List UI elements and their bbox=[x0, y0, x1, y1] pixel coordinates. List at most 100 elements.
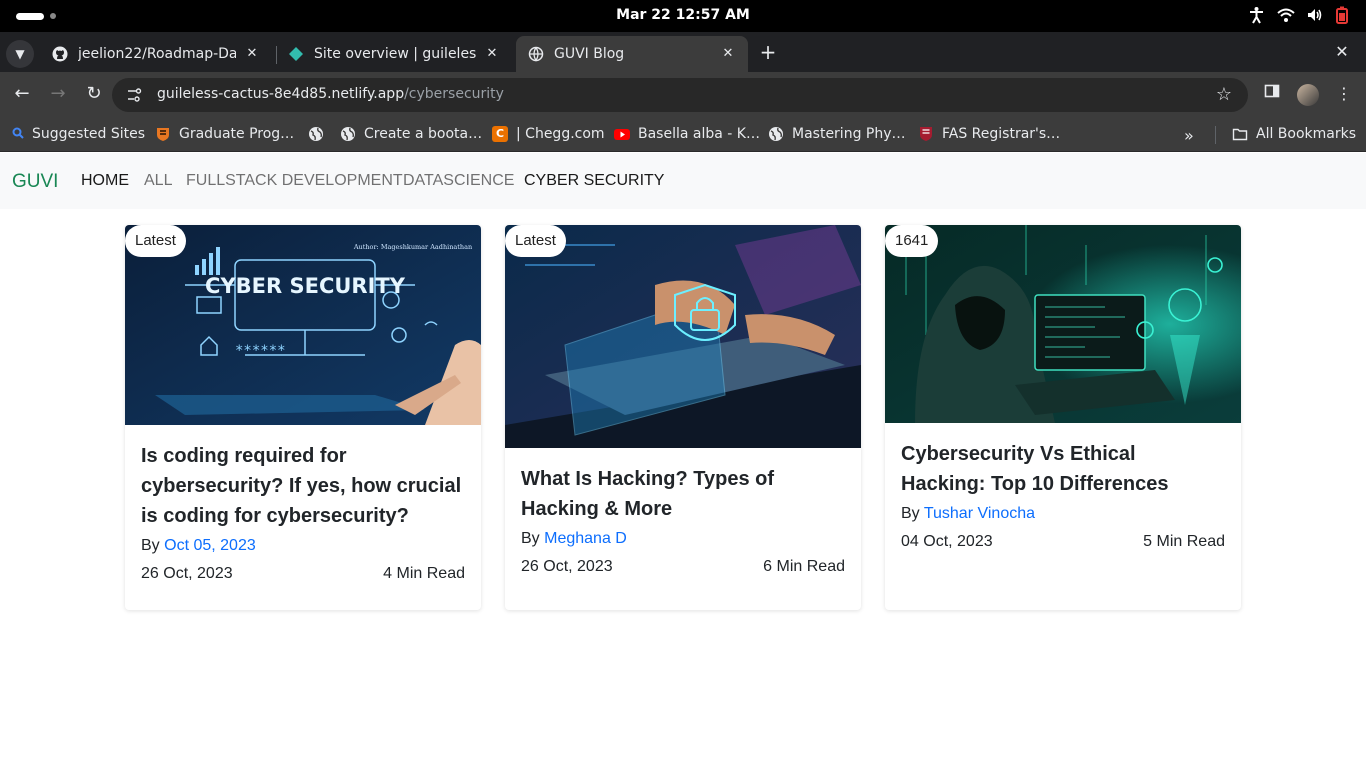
bookmark-graduate-prog[interactable]: Graduate Prog… bbox=[155, 123, 294, 145]
volume-icon[interactable] bbox=[1306, 6, 1323, 24]
card-title[interactable]: Is coding required for cybersecurity? If… bbox=[141, 441, 465, 531]
close-icon: ✕ bbox=[1335, 42, 1349, 61]
tab-title: GUVI Blog bbox=[554, 46, 625, 62]
password-mask: ****** bbox=[235, 343, 286, 359]
browser-menu-button[interactable]: ⋮ bbox=[1332, 82, 1356, 106]
reload-button[interactable]: ↻ bbox=[82, 82, 106, 106]
url-path: /cybersecurity bbox=[404, 86, 504, 102]
tab-title: Site overview | guileless- bbox=[314, 46, 476, 62]
card-meta: 26 Oct, 2023 6 Min Read bbox=[521, 558, 845, 576]
bookmark-label: Mastering Phy… bbox=[792, 126, 906, 142]
card-author-link[interactable]: Tushar Vinocha bbox=[924, 505, 1035, 522]
blog-card[interactable]: CYBER SECURITY Author: Mageshkumar Aadhi… bbox=[125, 225, 481, 610]
by-label: By bbox=[521, 530, 540, 547]
card-title[interactable]: Cybersecurity Vs Ethical Hacking: Top 10… bbox=[901, 439, 1225, 499]
bookmark-fas-registrar[interactable]: FAS Registrar's… bbox=[918, 123, 1060, 145]
web-page: GUVI HOME ALL FULLSTACK DEVELOPMENT DATA… bbox=[0, 153, 1366, 768]
by-label: By bbox=[141, 537, 160, 554]
nav-datascience[interactable]: DATASCIENCE bbox=[403, 172, 514, 190]
card-title[interactable]: What Is Hacking? Types of Hacking & More bbox=[521, 464, 845, 524]
tab-guvi-blog[interactable]: GUVI Blog ✕ bbox=[516, 36, 748, 72]
bookmark-basella[interactable]: Basella alba - K… bbox=[614, 123, 760, 145]
back-button[interactable]: ← bbox=[10, 82, 34, 106]
blog-card[interactable]: 1641 Cybersecurity Vs Ethical Hacking: T… bbox=[885, 225, 1241, 610]
battery-icon[interactable] bbox=[1335, 6, 1352, 24]
arrow-right-icon: → bbox=[50, 83, 66, 104]
bookmark-globe[interactable] bbox=[308, 123, 332, 145]
wifi-icon[interactable] bbox=[1277, 6, 1295, 24]
os-clock[interactable]: Mar 22 12:57 AM bbox=[0, 7, 1366, 23]
princeton-icon bbox=[155, 126, 171, 142]
search-icon bbox=[12, 126, 24, 142]
card-badge: Latest bbox=[125, 225, 186, 257]
os-top-bar: Mar 22 12:57 AM bbox=[0, 0, 1366, 32]
globe-icon bbox=[768, 126, 784, 142]
cyber-security-illustration: CYBER SECURITY Author: Mageshkumar Aadhi… bbox=[125, 225, 481, 425]
card-byline: By Oct 05, 2023 bbox=[141, 537, 465, 555]
close-icon[interactable]: ✕ bbox=[720, 46, 736, 62]
site-navbar: GUVI HOME ALL FULLSTACK DEVELOPMENT DATA… bbox=[0, 153, 1366, 209]
address-bar[interactable]: guileless-cactus-8e4d85.netlify.app/cybe… bbox=[112, 78, 1248, 112]
nav-cyber-security[interactable]: CYBER SECURITY bbox=[524, 172, 664, 190]
bookmark-label: FAS Registrar's… bbox=[942, 126, 1061, 142]
hacker-hoodie-illustration bbox=[885, 225, 1241, 423]
nav-fullstack-development[interactable]: FULLSTACK DEVELOPMENT bbox=[186, 172, 403, 190]
harvard-icon bbox=[918, 126, 934, 142]
card-author-link[interactable]: Oct 05, 2023 bbox=[164, 537, 256, 554]
bookmark-mastering-phy[interactable]: Mastering Phy… bbox=[768, 123, 906, 145]
bookmark-label: | Chegg.com bbox=[516, 126, 605, 142]
site-brand[interactable]: GUVI bbox=[12, 171, 58, 193]
profile-avatar[interactable] bbox=[1297, 84, 1319, 106]
card-body: What Is Hacking? Types of Hacking & More… bbox=[505, 448, 861, 576]
close-icon[interactable]: ✕ bbox=[484, 46, 500, 62]
tab-search-button[interactable]: ▼ bbox=[6, 40, 34, 68]
card-byline: By Tushar Vinocha bbox=[901, 505, 1225, 523]
close-icon[interactable]: ✕ bbox=[244, 46, 260, 62]
bookmark-create-bootable[interactable]: Create a boota… bbox=[340, 123, 482, 145]
tab-title: jeelion22/Roadmap-Day bbox=[78, 46, 236, 62]
globe-icon bbox=[308, 126, 324, 142]
url-host: guileless-cactus-8e4d85.netlify.app bbox=[157, 86, 405, 102]
bookmark-star-icon[interactable]: ☆ bbox=[1216, 84, 1232, 105]
side-panel-icon bbox=[1264, 84, 1280, 98]
blog-card[interactable]: Latest What Is Hacking? Types of Hacking… bbox=[505, 225, 861, 610]
bookmark-label: Graduate Prog… bbox=[179, 126, 295, 142]
card-image[interactable]: Latest bbox=[505, 225, 861, 448]
tab-netlify[interactable]: Site overview | guileless- ✕ bbox=[276, 36, 512, 72]
bookmark-suggested-sites[interactable]: Suggested Sites bbox=[12, 123, 145, 145]
by-label: By bbox=[901, 505, 920, 522]
site-info-icon[interactable] bbox=[126, 87, 142, 103]
card-image[interactable]: 1641 bbox=[885, 225, 1241, 423]
card-body: Cybersecurity Vs Ethical Hacking: Top 10… bbox=[885, 423, 1241, 551]
netlify-icon bbox=[289, 47, 303, 61]
card-image[interactable]: CYBER SECURITY Author: Mageshkumar Aadhi… bbox=[125, 225, 481, 425]
card-badge: Latest bbox=[505, 225, 566, 257]
url-text[interactable]: guileless-cactus-8e4d85.netlify.app/cybe… bbox=[157, 86, 504, 102]
card-body: Is coding required for cybersecurity? If… bbox=[125, 425, 481, 583]
nav-all[interactable]: ALL bbox=[144, 172, 172, 190]
window-close-button[interactable]: ✕ bbox=[1330, 40, 1354, 64]
accessibility-icon[interactable] bbox=[1248, 6, 1265, 24]
image-caption: Author: Mageshkumar Aadhinathan bbox=[353, 243, 472, 251]
globe-icon bbox=[340, 126, 356, 142]
forward-button[interactable]: → bbox=[46, 82, 70, 106]
tab-github[interactable]: jeelion22/Roadmap-Day ✕ bbox=[40, 36, 272, 72]
card-badge: 1641 bbox=[885, 225, 939, 257]
nav-home[interactable]: HOME bbox=[81, 172, 129, 190]
new-tab-button[interactable]: + bbox=[756, 40, 780, 64]
bookmark-chegg[interactable]: C | Chegg.com bbox=[492, 123, 605, 145]
plus-icon: + bbox=[759, 40, 777, 64]
hacking-laptop-illustration bbox=[505, 225, 861, 448]
bookmark-label: Create a boota… bbox=[364, 126, 483, 142]
chegg-icon: C bbox=[492, 126, 508, 142]
all-bookmarks-folder[interactable]: All Bookmarks bbox=[1232, 123, 1356, 145]
tab-strip: ▼ jeelion22/Roadmap-Day ✕ Site overview … bbox=[0, 32, 1366, 72]
chevron-double-right-icon[interactable]: » bbox=[1184, 126, 1194, 145]
youtube-icon bbox=[614, 126, 630, 142]
card-author-link[interactable]: Meghana D bbox=[544, 530, 627, 547]
kebab-menu-icon: ⋮ bbox=[1336, 84, 1352, 103]
card-meta: 26 Oct, 2023 4 Min Read bbox=[141, 565, 465, 583]
browser-toolbar: ← → ↻ guileless-cactus-8e4d85.netlify.ap… bbox=[0, 72, 1366, 116]
side-panel-button[interactable] bbox=[1260, 82, 1284, 106]
system-tray[interactable] bbox=[1248, 6, 1352, 24]
